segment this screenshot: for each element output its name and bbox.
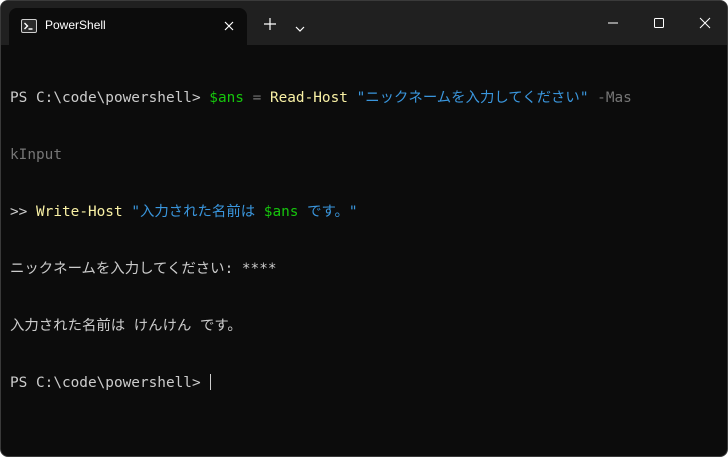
operator: = bbox=[243, 90, 270, 106]
string-literal: です。" bbox=[298, 204, 358, 220]
tab-powershell[interactable]: PowerShell bbox=[9, 8, 247, 45]
close-button[interactable] bbox=[681, 1, 727, 45]
variable: $ans bbox=[263, 204, 299, 220]
minimize-icon bbox=[608, 22, 618, 24]
string-literal: "入力された名前は bbox=[131, 204, 264, 220]
chevron-down-icon[interactable] bbox=[294, 20, 306, 32]
parameter: -Mas bbox=[597, 90, 632, 106]
variable: $ans bbox=[209, 90, 244, 106]
command: Read-Host bbox=[269, 90, 348, 106]
maximize-icon bbox=[654, 18, 664, 28]
plus-icon[interactable] bbox=[263, 17, 277, 31]
string-literal: "ニックネームを入力してください" bbox=[356, 90, 589, 106]
terminal-line-2: kInput bbox=[10, 146, 720, 165]
terminal-line-4: ニックネームを入力してください: **** bbox=[10, 261, 277, 277]
terminal-line-6: PS C:\code\powershell> bbox=[10, 374, 720, 393]
title-bar[interactable]: PowerShell bbox=[1, 1, 727, 45]
continuation-prompt: >> bbox=[10, 204, 36, 220]
parameter-wrap: kInput bbox=[10, 147, 62, 163]
terminal-output[interactable]: PS C:\code\powershell> $ans = Read-Host … bbox=[10, 51, 720, 431]
command: Write-Host bbox=[36, 204, 123, 220]
powershell-icon bbox=[21, 19, 37, 33]
close-icon bbox=[699, 17, 711, 29]
terminal-window: PowerShell PS C:\code\powershell> $ans =… bbox=[0, 0, 728, 457]
maximize-button[interactable] bbox=[635, 1, 681, 45]
terminal-line-5: 入力された名前は けんけん です。 bbox=[10, 318, 242, 334]
terminal-line-1: PS C:\code\powershell> $ans = Read-Host … bbox=[10, 89, 720, 108]
tab-close-icon[interactable] bbox=[221, 18, 237, 34]
tab-title: PowerShell bbox=[45, 18, 106, 32]
text-cursor bbox=[210, 374, 212, 390]
terminal-line-3: >> Write-Host "入力された名前は $ans です。" bbox=[10, 203, 720, 222]
minimize-button[interactable] bbox=[589, 1, 635, 45]
prompt: PS C:\code\powershell> bbox=[10, 375, 210, 391]
prompt: PS C:\code\powershell> bbox=[10, 90, 210, 106]
